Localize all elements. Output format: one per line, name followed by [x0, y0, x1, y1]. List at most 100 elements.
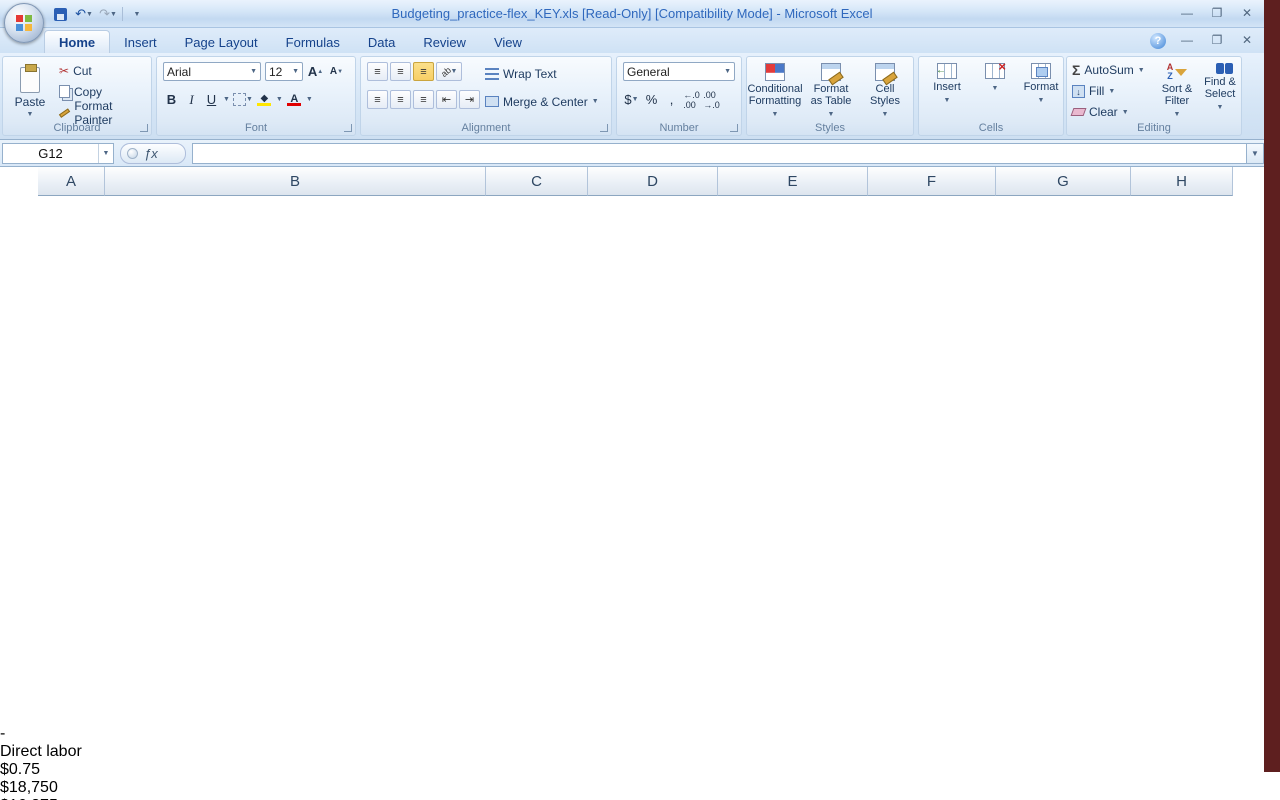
tab-insert[interactable]: Insert: [110, 31, 171, 53]
clipboard-dialog-launcher-icon[interactable]: [140, 124, 148, 132]
tab-review[interactable]: Review: [409, 31, 480, 53]
increase-decimal-button[interactable]: ←.0.00: [683, 90, 700, 109]
cut-button[interactable]: ✂Cut: [57, 60, 151, 81]
decrease-decimal-button[interactable]: .00→.0: [703, 90, 720, 109]
worksheet-grid[interactable]: [0, 167, 1233, 730]
conditional-formatting-label: Conditional Formatting: [747, 83, 802, 107]
office-button[interactable]: [4, 3, 44, 43]
find-select-button[interactable]: Find & Select▼: [1199, 60, 1241, 122]
insert-cells-icon: [937, 63, 957, 79]
title-bar[interactable]: ↶▼ ↷▼ ▼ Budgeting_practice-flex_KEY.xls …: [0, 0, 1264, 28]
workbook-minimize-button[interactable]: —: [1178, 33, 1196, 49]
clear-button[interactable]: Clear▼: [1072, 103, 1129, 121]
align-right-button[interactable]: ≡: [413, 90, 434, 109]
group-alignment: ≡ ≡ ≡ ab▼ ≡ ≡ ≡ ⇤ ⇥ Wrap Text Merge & Ce…: [360, 56, 612, 136]
help-icon[interactable]: ?: [1150, 33, 1166, 49]
tab-data[interactable]: Data: [354, 31, 409, 53]
cell-b5[interactable]: Direct labor: [0, 743, 1280, 761]
column-header-c[interactable]: C: [486, 167, 588, 196]
increase-indent-button[interactable]: ⇥: [459, 90, 480, 109]
formula-input[interactable]: [192, 143, 1246, 164]
restore-button[interactable]: ❐: [1208, 6, 1226, 20]
workbook-restore-button[interactable]: ❐: [1208, 33, 1226, 49]
underline-button[interactable]: U: [203, 90, 220, 109]
column-header-b[interactable]: B: [105, 167, 486, 196]
wrap-text-icon: [485, 68, 499, 80]
paste-label: Paste: [15, 95, 46, 109]
column-header-f[interactable]: F: [868, 167, 996, 196]
autosum-button[interactable]: ΣAutoSum▼: [1072, 61, 1145, 79]
align-middle-button[interactable]: ≡: [390, 62, 411, 81]
bold-button[interactable]: B: [163, 90, 180, 109]
borders-button[interactable]: ▼: [233, 90, 253, 109]
fill-color-button[interactable]: ◆: [256, 90, 273, 109]
format-label: Format: [1024, 81, 1059, 93]
column-header-a[interactable]: A: [38, 167, 105, 196]
font-size-select[interactable]: 12▼: [265, 62, 303, 81]
number-format-select[interactable]: General▼: [623, 62, 735, 81]
chevron-down-icon: ▼: [828, 109, 835, 121]
excel-window: ↶▼ ↷▼ ▼ Budgeting_practice-flex_KEY.xls …: [0, 0, 1280, 800]
orientation-button[interactable]: ab▼: [436, 62, 462, 81]
minimize-button[interactable]: —: [1178, 6, 1196, 20]
chevron-down-icon: ▼: [772, 109, 779, 121]
tab-page-layout[interactable]: Page Layout: [171, 31, 272, 53]
workbook-close-button[interactable]: ✕: [1238, 33, 1256, 49]
merge-center-button[interactable]: Merge & Center▼: [483, 91, 601, 112]
fill-button[interactable]: ↓Fill▼: [1072, 82, 1115, 100]
column-header-h[interactable]: H: [1131, 167, 1233, 196]
format-as-table-button[interactable]: Format as Table▼: [805, 60, 857, 122]
chevron-down-icon: ▼: [632, 96, 639, 103]
font-dialog-launcher-icon[interactable]: [344, 124, 352, 132]
column-header-d[interactable]: D: [588, 167, 718, 196]
font-color-button[interactable]: A: [286, 90, 303, 109]
conditional-formatting-button[interactable]: Conditional Formatting ▼: [749, 60, 801, 122]
fill-down-icon: ↓: [1072, 85, 1085, 98]
clipboard-small-buttons: ✂Cut Copy Format Painter: [57, 60, 151, 123]
wrap-text-button[interactable]: Wrap Text: [483, 63, 559, 84]
sort-filter-label: Sort & Filter: [1162, 83, 1193, 107]
align-bottom-button[interactable]: ≡: [413, 62, 434, 81]
format-cells-button[interactable]: Format▼: [1015, 60, 1067, 122]
accounting-format-button[interactable]: $▼: [623, 90, 640, 109]
column-header-g[interactable]: G: [996, 167, 1131, 196]
cut-label: Cut: [73, 64, 92, 78]
merge-center-label: Merge & Center: [503, 95, 588, 109]
name-box[interactable]: G12 ▼: [2, 143, 114, 164]
chevron-down-icon: ▼: [882, 109, 889, 121]
editing-group-label: Editing: [1067, 122, 1241, 134]
number-buttons: $▼ % , ←.0.00 .00→.0: [623, 90, 720, 109]
tab-formulas[interactable]: Formulas: [272, 31, 354, 53]
italic-button[interactable]: I: [183, 90, 200, 109]
font-family-value: Arial: [167, 65, 191, 79]
name-box-dropdown[interactable]: ▼: [98, 144, 113, 163]
align-left-button[interactable]: ≡: [367, 90, 388, 109]
font-family-select[interactable]: Arial▼: [163, 62, 261, 81]
number-dialog-launcher-icon[interactable]: [730, 124, 738, 132]
tab-home[interactable]: Home: [44, 30, 110, 53]
decrease-indent-button[interactable]: ⇤: [436, 90, 457, 109]
horizontal-align-buttons: ≡ ≡ ≡ ⇤ ⇥: [367, 90, 480, 109]
name-box-value: G12: [3, 146, 98, 161]
grow-font-button[interactable]: A▲: [307, 62, 324, 81]
column-header-e[interactable]: E: [718, 167, 868, 196]
cell-c5[interactable]: $0.75: [0, 761, 1280, 779]
alignment-dialog-launcher-icon[interactable]: [600, 124, 608, 132]
expand-formula-bar-button[interactable]: ▼: [1246, 143, 1264, 164]
close-button[interactable]: ✕: [1238, 6, 1256, 20]
chevron-down-icon: ▼: [992, 83, 999, 95]
shrink-font-button[interactable]: A▼: [328, 62, 345, 81]
insert-cells-button[interactable]: Insert▼: [921, 60, 973, 122]
insert-function-button[interactable]: ƒx: [120, 143, 186, 164]
align-center-button[interactable]: ≡: [390, 90, 411, 109]
comma-style-button[interactable]: ,: [663, 90, 680, 109]
percent-style-button[interactable]: %: [643, 90, 660, 109]
delete-cells-button[interactable]: ▼: [969, 60, 1021, 122]
cell-d5[interactable]: $18,750: [0, 779, 1280, 797]
format-painter-button[interactable]: Format Painter: [57, 102, 151, 123]
sort-filter-button[interactable]: AZ Sort & Filter▼: [1155, 60, 1199, 122]
align-top-button[interactable]: ≡: [367, 62, 388, 81]
cell-styles-button[interactable]: Cell Styles▼: [859, 60, 911, 122]
tab-view[interactable]: View: [480, 31, 536, 53]
paste-button[interactable]: Paste ▼: [8, 60, 52, 124]
